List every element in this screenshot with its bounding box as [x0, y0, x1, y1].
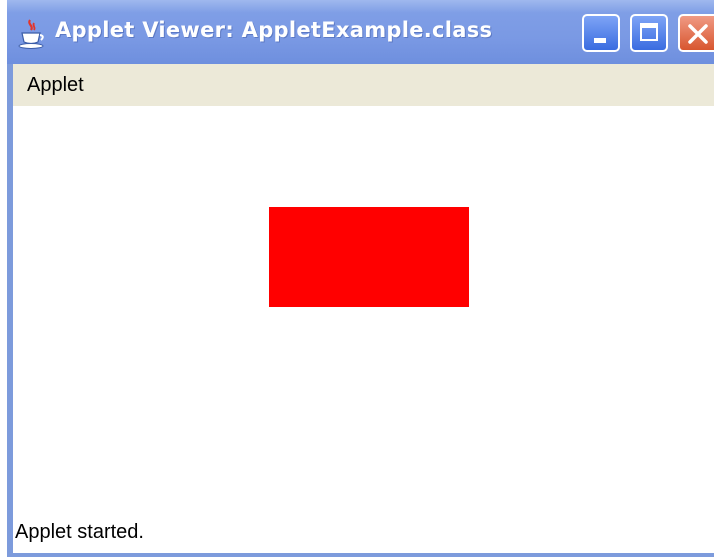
window-title: Applet Viewer: AppletExample.class: [55, 18, 493, 42]
title-bar[interactable]: Applet Viewer: AppletExample.class: [7, 0, 714, 64]
close-button[interactable]: [678, 14, 714, 52]
maximize-icon: [640, 23, 658, 41]
applet-viewer-window: Applet Viewer: AppletExample.class Apple…: [7, 0, 714, 557]
minimize-icon: [594, 38, 606, 43]
red-rectangle: [269, 207, 469, 307]
applet-canvas[interactable]: [13, 106, 714, 510]
status-text: Applet started.: [15, 521, 144, 543]
menu-bar: Applet: [13, 64, 714, 106]
status-bar: Applet started.: [13, 510, 714, 553]
minimize-button[interactable]: [582, 14, 620, 52]
menu-applet[interactable]: Applet: [27, 74, 84, 97]
java-cup-icon[interactable]: [17, 18, 47, 50]
close-icon: [688, 24, 708, 44]
maximize-button[interactable]: [630, 14, 668, 52]
window-client-area: Applet Applet started.: [13, 64, 714, 553]
